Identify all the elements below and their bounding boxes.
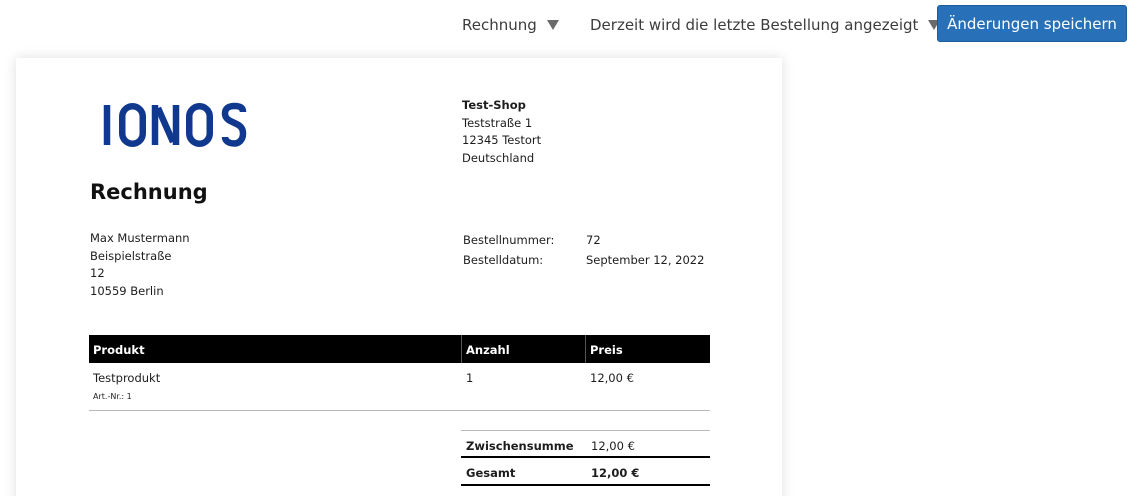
column-header-product: Produkt [93,343,145,357]
document-type-select[interactable]: Rechnung [462,14,559,36]
order-date-value: September 12, 2022 [586,252,705,267]
document-type-value: Rechnung [462,16,537,34]
item-price: 12,00 € [590,371,634,385]
customer-street: Beispielstraße [90,248,172,263]
invoice-title: Rechnung [90,180,208,204]
customer-address: Max Mustermann Beispielstraße 12 10559 B… [90,230,190,300]
subtotal-row: Zwischensumme 12,00 € [461,430,710,458]
toolbar: Rechnung Derzeit wird die letzte Bestell… [0,0,1145,50]
customer-name: Max Mustermann [90,231,190,245]
order-meta: Bestellnummer: 72 Bestelldatum: Septembe… [463,231,704,270]
table-row: Testprodukt Art.-Nr.: 1 1 12,00 € [89,363,710,411]
item-product: Testprodukt [93,371,161,385]
total-value: 12,00 € [591,466,640,480]
column-divider [585,335,586,363]
subtotal-value: 12,00 € [591,439,635,453]
column-header-price: Preis [590,343,623,357]
total-label: Gesamt [466,466,516,480]
column-divider [461,335,462,363]
order-number-label: Bestellnummer: [463,233,555,247]
save-changes-button[interactable]: Änderungen speichern [937,5,1127,42]
column-header-quantity: Anzahl [466,343,510,357]
total-row: Gesamt 12,00 € [461,458,710,486]
order-date-row: Bestelldatum: September 12, 2022 [463,251,704,271]
order-select-value: Derzeit wird die letzte Bestellung angez… [590,16,919,34]
chevron-down-icon [546,20,559,30]
order-number-row: Bestellnummer: 72 [463,231,704,251]
order-date-label: Bestelldatum: [463,252,544,267]
ionos-logo [103,102,247,147]
customer-city: 10559 Berlin [90,283,164,298]
subtotal-label: Zwischensumme [466,439,574,453]
customer-house-number: 12 [90,266,105,280]
shop-address: Test-Shop Teststraße 1 12345 Testort Deu… [462,97,541,167]
item-sku: Art.-Nr.: 1 [93,392,132,401]
shop-name: Test-Shop [462,98,526,112]
item-quantity: 1 [466,371,474,385]
order-select[interactable]: Derzeit wird die letzte Bestellung angez… [590,14,941,36]
invoice-preview: Test-Shop Teststraße 1 12345 Testort Deu… [16,58,782,496]
shop-country: Deutschland [462,150,535,165]
items-table-header: Produkt Anzahl Preis [89,335,710,363]
shop-city: 12345 Testort [462,133,542,147]
order-number-value: 72 [586,233,601,247]
totals-table: Zwischensumme 12,00 € Gesamt 12,00 € [461,430,710,486]
shop-street: Teststraße 1 [462,115,533,130]
